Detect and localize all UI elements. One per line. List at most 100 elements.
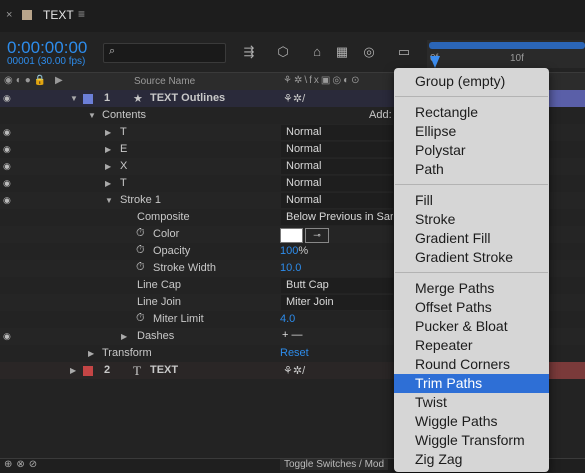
stopwatch-icon[interactable]: ⏱ (136, 312, 145, 325)
comp-flowchart-icon[interactable]: ⇶ (241, 44, 257, 60)
frame-rate-display: 00001 (30.00 fps) (7, 56, 86, 67)
source-name-header[interactable]: Source Name (134, 76, 195, 87)
menu-item-offset-paths[interactable]: Offset Paths (394, 298, 549, 317)
dashes-label: Dashes (137, 330, 175, 342)
collapse-triangle-icon[interactable]: ▶ (105, 128, 111, 137)
visibility-eye-icon[interactable]: ◉ (3, 127, 11, 138)
collapse-triangle-icon[interactable]: ▶ (121, 332, 127, 341)
menu-item-ellipse[interactable]: Ellipse (394, 122, 549, 141)
reset-transform-link[interactable]: Reset (280, 347, 309, 359)
collapse-triangle-icon[interactable]: ▶ (105, 145, 111, 154)
menu-item-stroke[interactable]: Stroke (394, 210, 549, 229)
color-swatch[interactable] (280, 228, 303, 243)
menu-item-repeater[interactable]: Repeater (394, 336, 549, 355)
menu-item-path[interactable]: Path (394, 160, 549, 179)
eyedropper-icon[interactable]: ⊸ (305, 228, 329, 243)
tab-menu-icon[interactable]: ≡ (78, 7, 85, 21)
group-name[interactable]: E (120, 143, 127, 155)
stopwatch-icon[interactable]: ⏱ (136, 261, 145, 274)
add-shape-label[interactable]: Add: (369, 109, 392, 121)
frame-blending-icon[interactable]: ▦ (334, 44, 350, 60)
collapse-triangle-icon[interactable]: ▶ (105, 162, 111, 171)
menu-separator (395, 96, 548, 97)
motion-blur-icon[interactable]: ◎ (361, 44, 377, 60)
menu-item-twist[interactable]: Twist (394, 393, 549, 412)
layer-label-color[interactable] (83, 366, 93, 376)
shape-layer-star-icon: ★ (133, 93, 143, 105)
blend-mode-select[interactable]: Normal (281, 193, 393, 208)
current-time-display[interactable]: 0:00:00:00 (7, 38, 87, 58)
menu-item-round-corners[interactable]: Round Corners (394, 355, 549, 374)
contents-label: Contents (102, 109, 147, 121)
miter-limit-value[interactable]: 4.0 (280, 313, 295, 325)
stopwatch-icon[interactable]: ⏱ (136, 244, 145, 257)
group-name[interactable]: X (120, 160, 127, 172)
menu-item-pucker-bloat[interactable]: Pucker & Bloat (394, 317, 549, 336)
layer-switches-icons[interactable]: ⚘✲/ (283, 364, 305, 377)
shy-layers-icon[interactable]: ⌂ (309, 44, 325, 60)
visibility-eye-icon[interactable]: ◉ (3, 331, 11, 342)
collapse-triangle-icon[interactable]: ▶ (88, 349, 94, 358)
group-name[interactable]: T (120, 126, 127, 138)
draft-3d-icon[interactable]: ⬡ (275, 44, 291, 60)
layer-name[interactable]: TEXT Outlines (150, 92, 225, 104)
line-cap-label: Line Cap (137, 279, 182, 291)
expand-triangle-icon[interactable]: ▼ (105, 196, 113, 205)
menu-item-rectangle[interactable]: Rectangle (394, 103, 549, 122)
visibility-eye-icon[interactable]: ◉ (3, 195, 11, 206)
menu-item-group-empty[interactable]: Group (empty) (394, 72, 549, 91)
visibility-eye-icon[interactable]: ◉ (3, 178, 11, 189)
line-join-select[interactable]: Miter Join (281, 295, 393, 310)
layer-switches-icons[interactable]: ⚘✲/ (283, 92, 305, 105)
composition-tab-bar (0, 0, 585, 32)
menu-item-trim-paths[interactable]: Trim Paths (394, 374, 549, 393)
line-cap-select[interactable]: Butt Cap (281, 278, 393, 293)
menu-item-wiggle-transform[interactable]: Wiggle Transform (394, 431, 549, 450)
close-tab-icon[interactable]: × (6, 9, 12, 21)
stroke-width-value[interactable]: 10.0 (280, 262, 301, 274)
menu-item-zig-zag[interactable]: Zig Zag (394, 450, 549, 469)
blend-mode-select[interactable]: Normal (281, 159, 393, 174)
stroke-name[interactable]: Stroke 1 (120, 194, 161, 206)
graph-editor-icon[interactable]: ▭ (396, 44, 412, 60)
menu-item-wiggle-paths[interactable]: Wiggle Paths (394, 412, 549, 431)
menu-item-gradient-stroke[interactable]: Gradient Stroke (394, 248, 549, 267)
group-name[interactable]: T (120, 177, 127, 189)
menu-item-gradient-fill[interactable]: Gradient Fill (394, 229, 549, 248)
menu-item-polystar[interactable]: Polystar (394, 141, 549, 160)
transform-label: Transform (102, 347, 152, 359)
add-remove-dash-controls[interactable]: + — (282, 329, 302, 341)
opacity-value[interactable]: 100% (280, 245, 308, 257)
layer-label-color[interactable] (83, 94, 93, 104)
blend-mode-select[interactable]: Normal (281, 125, 393, 140)
menu-separator (395, 184, 548, 185)
expand-triangle-icon[interactable]: ▼ (88, 111, 96, 120)
visibility-eye-icon[interactable]: ◉ (3, 161, 11, 172)
switches-header-icons: ⚘✲\fx▣◎◐⊙ (283, 75, 362, 86)
menu-item-merge-paths[interactable]: Merge Paths (394, 279, 549, 298)
visibility-eye-icon[interactable]: ◉ (3, 144, 11, 155)
layer-search-input[interactable] (103, 43, 226, 63)
blend-mode-select[interactable]: Normal (281, 176, 393, 191)
layer-number: 2 (104, 364, 111, 376)
layer-bar-2[interactable] (549, 362, 585, 379)
composition-tab-title[interactable]: TEXT (43, 8, 74, 22)
layer-number: 1 (104, 92, 111, 104)
layer-name[interactable]: TEXT (150, 364, 178, 376)
composite-label: Composite (137, 211, 190, 223)
blend-mode-select[interactable]: Normal (281, 142, 393, 157)
expand-triangle-icon[interactable]: ▼ (70, 94, 78, 103)
layer-bar-1[interactable] (549, 90, 585, 107)
ruler-tick-label: 10f (510, 53, 524, 64)
work-area-bar[interactable] (429, 42, 585, 49)
bottom-toggle-icons[interactable]: ⊕⊗⊘ (4, 459, 41, 470)
menu-item-fill[interactable]: Fill (394, 191, 549, 210)
visibility-eye-icon[interactable]: ◉ (3, 93, 11, 104)
av-switch-icons[interactable]: ◉◐●🔒 ▶ (4, 75, 66, 86)
toggle-switches-modes-button[interactable]: Toggle Switches / Mod (280, 459, 389, 470)
collapse-triangle-icon[interactable]: ▶ (105, 179, 111, 188)
search-icon: ⌕ (109, 45, 116, 57)
stopwatch-icon[interactable]: ⏱ (136, 227, 145, 240)
collapse-triangle-icon[interactable]: ▶ (70, 366, 76, 375)
composite-select[interactable]: Below Previous in Sar (281, 210, 393, 225)
